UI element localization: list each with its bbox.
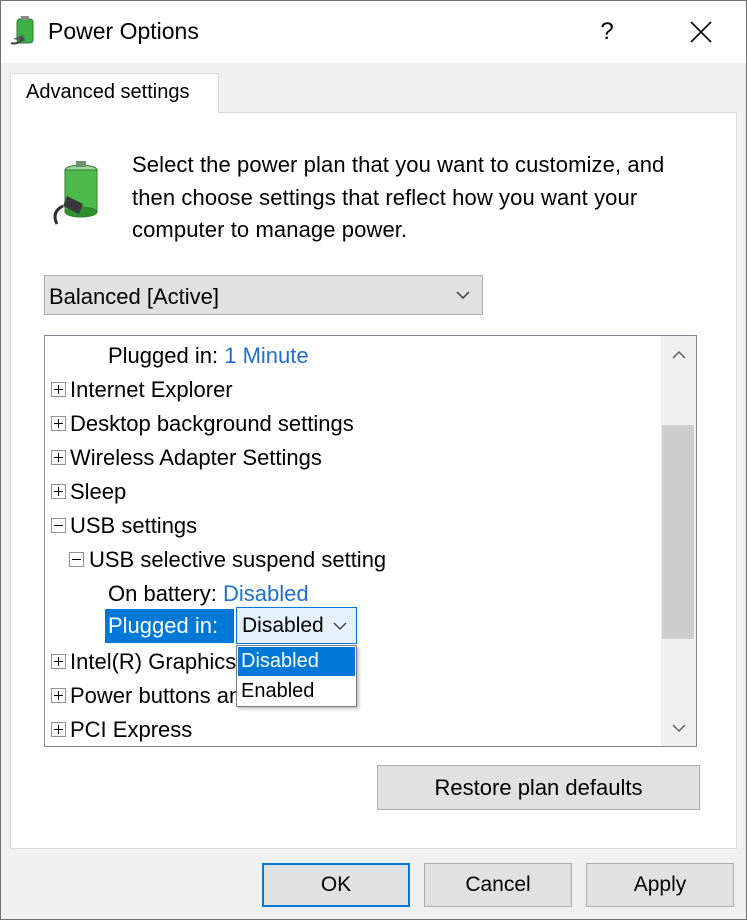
scrollbar-thumb[interactable] xyxy=(662,425,694,639)
plugged-in-dropdown-list[interactable]: Disabled Enabled xyxy=(236,645,357,707)
power-options-window: Power Options ? Advanced settings Select… xyxy=(0,0,747,920)
tree-item-pci-express[interactable]: PCI Express xyxy=(70,713,192,747)
cancel-button[interactable]: Cancel xyxy=(424,863,572,907)
expand-icon[interactable] xyxy=(51,654,66,669)
tree-item-usb-selective-suspend[interactable]: USB selective suspend setting xyxy=(89,543,386,577)
description-text: Select the power plan that you want to c… xyxy=(132,152,665,242)
tree-item-usb-settings[interactable]: USB settings xyxy=(70,509,197,543)
tree-item-power-buttons[interactable]: Power buttons and lid xyxy=(70,679,236,713)
plugged-in-value-select[interactable]: Disabled xyxy=(236,607,357,644)
scroll-down-icon[interactable] xyxy=(669,718,689,738)
expand-icon[interactable] xyxy=(51,722,66,737)
tree-item-value-link[interactable]: Disabled xyxy=(223,581,309,606)
scroll-up-icon[interactable] xyxy=(669,345,689,365)
tree-item-value-link[interactable]: 1 Minute xyxy=(224,343,308,368)
tree-row-plugged-in-minute[interactable]: Plugged in: 1 Minute xyxy=(108,339,309,373)
expand-icon[interactable] xyxy=(51,450,66,465)
expand-icon[interactable] xyxy=(51,484,66,499)
ok-button[interactable]: OK xyxy=(262,863,410,907)
tree-item-intel-graphics[interactable]: Intel(R) Graphics Settings xyxy=(70,645,236,679)
chevron-down-icon xyxy=(456,291,470,299)
expand-icon[interactable] xyxy=(51,382,66,397)
collapse-icon[interactable] xyxy=(51,518,66,533)
tree-item-sleep[interactable]: Sleep xyxy=(70,475,126,509)
power-plan-select-value: Balanced [Active] xyxy=(49,284,219,309)
dropdown-option-disabled[interactable]: Disabled xyxy=(238,647,355,676)
power-plan-select[interactable]: Balanced [Active] xyxy=(44,275,483,315)
plugged-in-value-select-text: Disabled xyxy=(242,614,324,637)
tree-item-plugged-in-selected[interactable]: Plugged in: xyxy=(105,609,234,643)
apply-button[interactable]: Apply xyxy=(586,863,734,907)
title-bar: Power Options ? xyxy=(1,1,746,63)
collapse-icon[interactable] xyxy=(69,552,84,567)
tree-item-desktop-background[interactable]: Desktop background settings xyxy=(70,407,354,441)
tab-advanced-settings[interactable]: Advanced settings xyxy=(10,73,219,113)
tree-item-internet-explorer[interactable]: Internet Explorer xyxy=(70,373,233,407)
tree-item-label: On battery: xyxy=(108,581,217,606)
expand-icon[interactable] xyxy=(51,416,66,431)
tree-row-on-battery[interactable]: On battery: Disabled xyxy=(108,577,309,611)
expand-icon[interactable] xyxy=(51,688,66,703)
dropdown-option-enabled[interactable]: Enabled xyxy=(238,677,355,706)
restore-plan-defaults-button[interactable]: Restore plan defaults xyxy=(377,765,700,810)
power-options-icon xyxy=(10,16,34,45)
window-title: Power Options xyxy=(48,18,199,44)
chevron-down-icon xyxy=(333,622,347,630)
close-icon[interactable] xyxy=(671,9,731,55)
battery-plug-icon xyxy=(53,161,98,225)
tree-item-label: Plugged in: xyxy=(108,343,219,368)
tree-item-wireless-adapter[interactable]: Wireless Adapter Settings xyxy=(70,441,322,475)
help-button[interactable]: ? xyxy=(587,11,627,53)
